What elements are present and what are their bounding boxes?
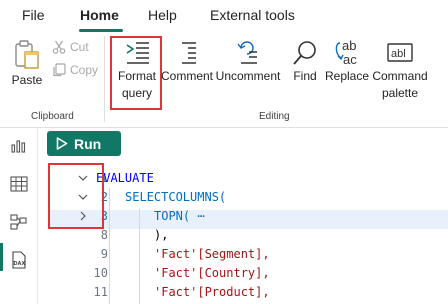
tab-external-tools[interactable]: External tools (210, 7, 295, 23)
command-palette-label-1: Command (372, 69, 428, 83)
command-palette-button[interactable]: abl Command palette (371, 38, 429, 102)
menu-bar: File Home Help External tools (0, 0, 448, 34)
replace-label: Replace (325, 69, 370, 83)
svg-text:DAX: DAX (14, 261, 26, 267)
find-label: Find (293, 69, 317, 83)
svg-text:abl: abl (391, 48, 406, 60)
uncomment-button[interactable]: Uncomment (215, 38, 281, 85)
format-query-highlight (110, 36, 162, 110)
cut-button[interactable]: Cut (52, 40, 89, 54)
report-view-icon[interactable] (9, 136, 29, 156)
copy-icon (53, 63, 66, 77)
paste-icon (15, 40, 39, 69)
copy-label: Copy (70, 63, 99, 77)
line-number: 11 (93, 285, 108, 299)
search-icon (293, 41, 316, 65)
svg-text:ab: ab (342, 38, 356, 53)
ribbon-bottom-border (0, 127, 448, 128)
code-line: 11 'Fact'[Product], (39, 285, 448, 304)
find-button[interactable]: Find (288, 38, 322, 85)
ribbon-group-divider (104, 36, 105, 122)
rail-active-indicator (0, 243, 3, 271)
replace-button[interactable]: ab ac Replace (325, 38, 369, 85)
scissors-icon (52, 40, 66, 54)
command-palette-label-2: palette (381, 86, 419, 100)
code-text: ), (154, 228, 169, 242)
code-text: 'Fact'[Product], (154, 285, 270, 299)
svg-text:ac: ac (343, 52, 357, 67)
tab-file[interactable]: File (22, 7, 45, 23)
paste-button[interactable]: Paste (10, 38, 44, 89)
comment-button[interactable]: Comment (160, 38, 214, 85)
code-text: TOPN( ⋯ (154, 209, 205, 223)
clipboard-group-label: Clipboard (31, 111, 74, 122)
comment-label: Comment (160, 69, 213, 83)
table-view-icon[interactable] (9, 174, 29, 194)
code-text: 'Fact'[Country], (154, 266, 270, 280)
fold-gutter-highlight (48, 163, 104, 229)
comment-icon (182, 42, 196, 64)
dax-query-view-icon[interactable]: DAX (9, 250, 29, 270)
copy-button[interactable]: Copy (52, 63, 98, 77)
editing-group-label: Editing (259, 111, 290, 122)
line-number: 9 (100, 247, 108, 261)
command-palette-icon: abl (387, 43, 413, 62)
uncomment-icon (237, 41, 257, 64)
replace-icon: ab ac (335, 38, 357, 67)
run-label: Run (74, 135, 102, 152)
line-number: 10 (93, 266, 108, 280)
code-line: 9 'Fact'[Segment], (39, 247, 448, 266)
code-line: 8 ), (39, 228, 448, 247)
code-line: 10 'Fact'[Country], (39, 266, 448, 285)
play-icon (56, 137, 68, 150)
code-text: SELECTCOLUMNS( (125, 190, 227, 204)
run-button[interactable]: Run (47, 131, 121, 156)
uncomment-label: Uncomment (215, 69, 281, 83)
model-view-icon[interactable] (9, 212, 29, 232)
code-text: 'Fact'[Segment], (154, 247, 270, 261)
paste-label: Paste (11, 73, 43, 87)
tab-help[interactable]: Help (148, 7, 177, 23)
line-number: 8 (100, 228, 108, 242)
active-tab-indicator (79, 29, 123, 32)
code-text: EVALUATE (96, 171, 154, 185)
cut-label: Cut (70, 40, 89, 54)
tab-home[interactable]: Home (80, 7, 119, 23)
